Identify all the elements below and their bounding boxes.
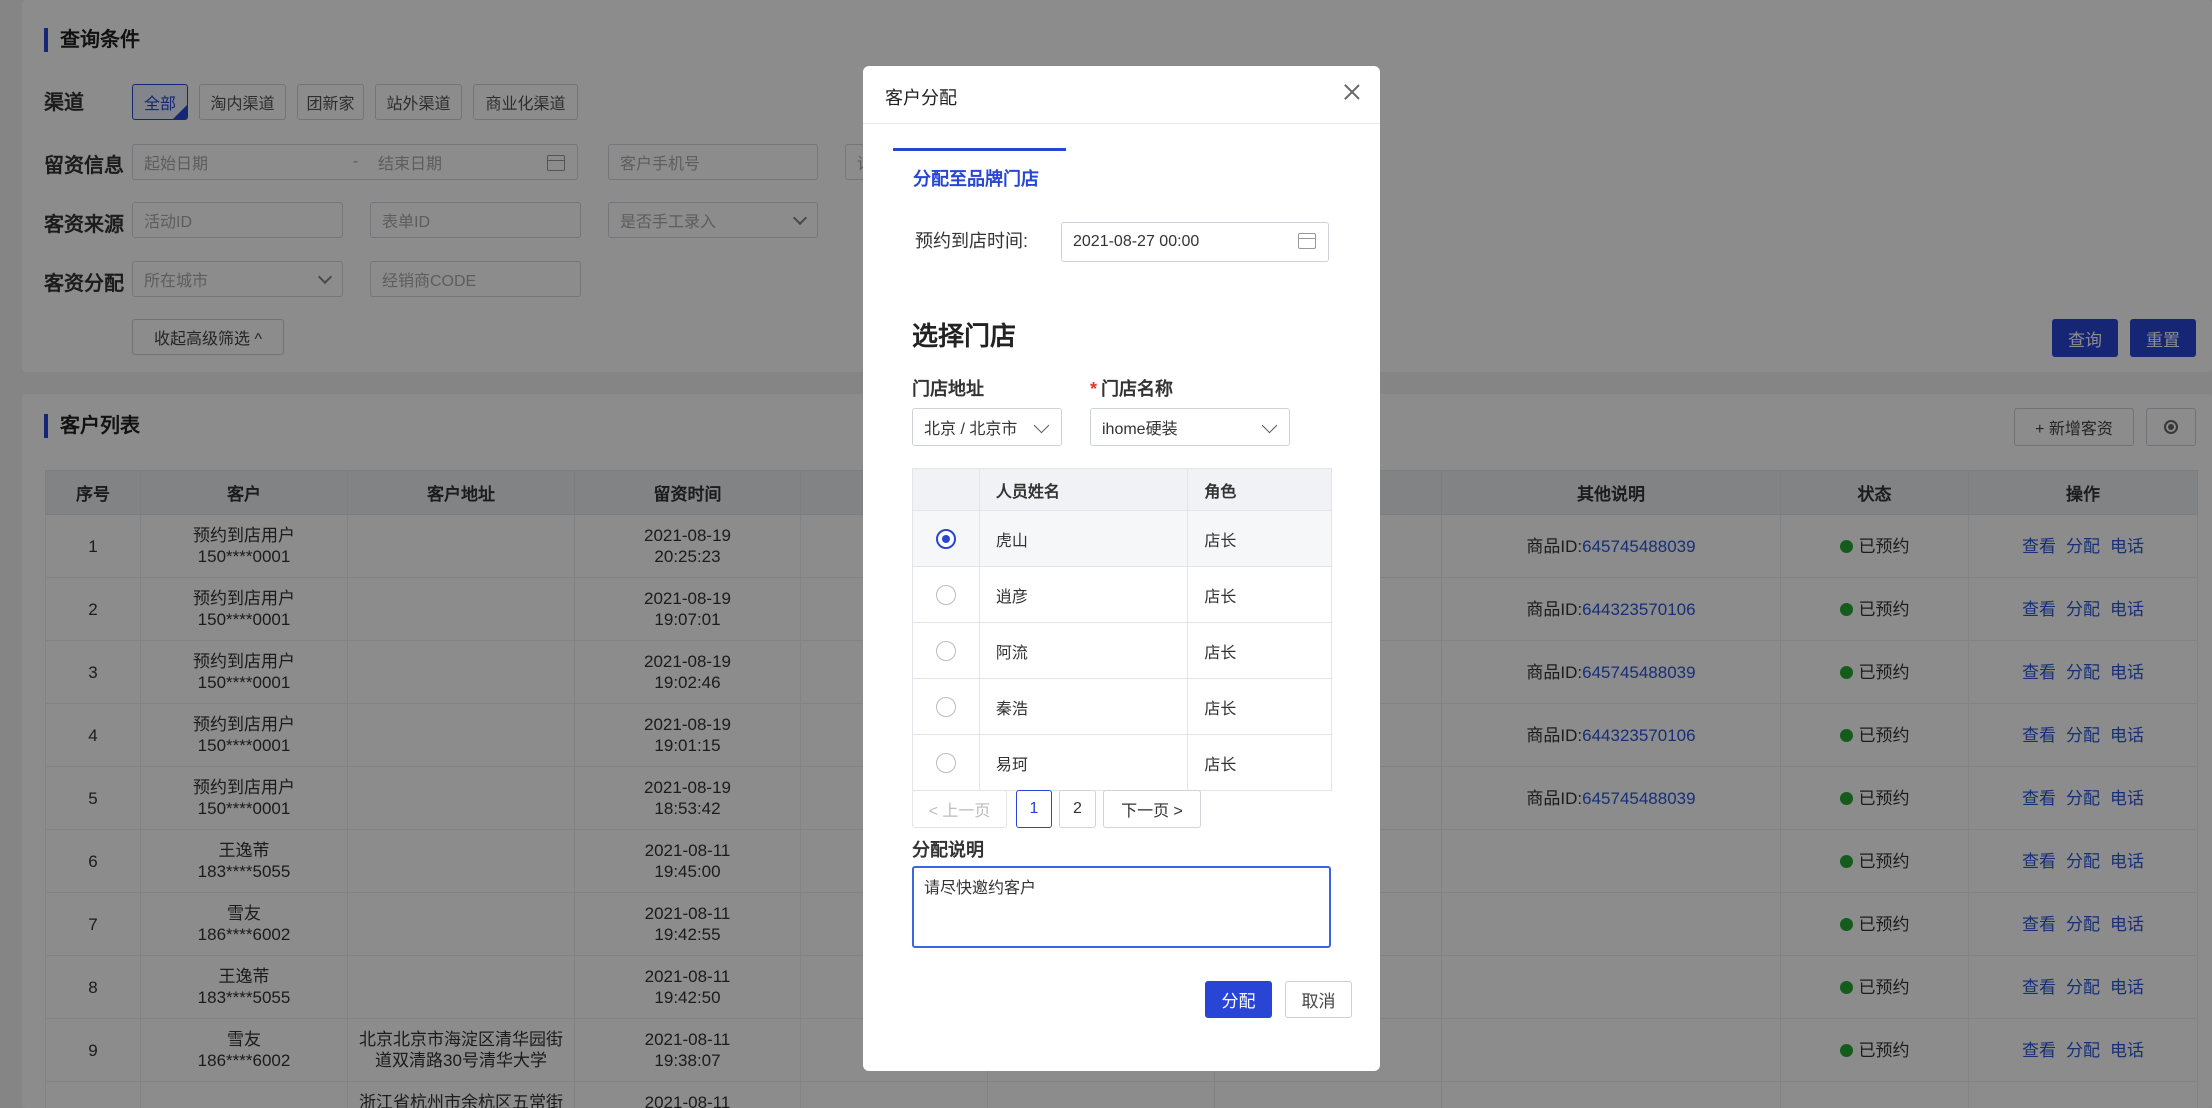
staff-name: 阿流 [978,622,1189,679]
staff-role: 店长 [1187,510,1332,567]
radio-cell [912,622,980,679]
staff-name: 逍彦 [978,566,1189,623]
select-store-heading: 选择门店 [912,321,1017,351]
staff-row[interactable]: 虎山 店长 [912,510,1332,567]
staff-role: 店长 [1187,734,1332,791]
staff-header-row: 人员姓名 角色 [912,468,1332,511]
dialog-header: 客户分配 [863,66,1380,124]
staff-name: 虎山 [978,510,1189,567]
staff-radio[interactable] [935,528,956,549]
store-name-label: 门店名称 [1101,379,1174,399]
calendar-icon [1298,233,1316,249]
next-page-button[interactable]: 下一页 > [1103,790,1201,828]
staff-row[interactable]: 易珂 店长 [912,734,1332,791]
staff-role: 店长 [1187,678,1332,735]
staff-row[interactable]: 秦浩 店长 [912,678,1332,735]
confirm-assign-button[interactable]: 分配 [1205,981,1272,1018]
store-name-value: ihome硬装 [1102,421,1178,438]
assign-customer-dialog: 客户分配 分配至品牌门店 预约到店时间: 2021-08-27 00:00 选择… [863,66,1380,1071]
dialog-title: 客户分配 [885,88,957,108]
staff-row[interactable]: 逍彦 店长 [912,566,1332,623]
staff-row[interactable]: 阿流 店长 [912,622,1332,679]
appointment-datetime-picker[interactable]: 2021-08-27 00:00 [1061,222,1329,262]
chevron-down-icon [1261,417,1278,434]
col-header [912,468,980,511]
staff-name: 秦浩 [978,678,1189,735]
staff-table: 人员姓名 角色 虎山 店长 逍彦 店长 阿流 店长 秦浩 店长 易珂 店长 [912,468,1332,791]
staff-radio[interactable] [935,696,956,717]
store-address-cascader[interactable]: 北京 / 北京市 [912,408,1062,446]
radio-cell [912,678,980,735]
staff-name: 易珂 [978,734,1189,791]
staff-role: 店长 [1187,566,1332,623]
prev-page-button[interactable]: < 上一页 [912,790,1007,828]
required-mark: * [1090,379,1098,399]
store-address-label: 门店地址 [912,379,984,399]
appointment-label: 预约到店时间: [915,231,1029,251]
appointment-value: 2021-08-27 00:00 [1073,233,1200,250]
col-header: 人员姓名 [978,468,1189,511]
page-1-button[interactable]: 1 [1016,790,1052,828]
col-header: 角色 [1187,468,1332,511]
store-name-label-wrap: * 门店名称 [1090,375,1173,401]
chevron-down-icon [1033,417,1050,434]
radio-cell [912,566,980,623]
cancel-button[interactable]: 取消 [1285,981,1352,1018]
note-textarea[interactable]: 请尽快邀约客户 [912,866,1331,948]
radio-cell [912,510,980,567]
close-icon[interactable] [1340,80,1364,104]
tab-assign-to-store[interactable]: 分配至品牌门店 [893,148,1066,194]
staff-radio[interactable] [935,752,956,773]
staff-role: 店长 [1187,622,1332,679]
page-2-button[interactable]: 2 [1059,790,1096,828]
staff-radio[interactable] [935,640,956,661]
staff-radio[interactable] [935,584,956,605]
note-label: 分配说明 [912,840,984,860]
store-name-select[interactable]: ihome硬装 [1090,408,1290,446]
radio-cell [912,734,980,791]
store-address-value: 北京 / 北京市 [924,421,1018,438]
